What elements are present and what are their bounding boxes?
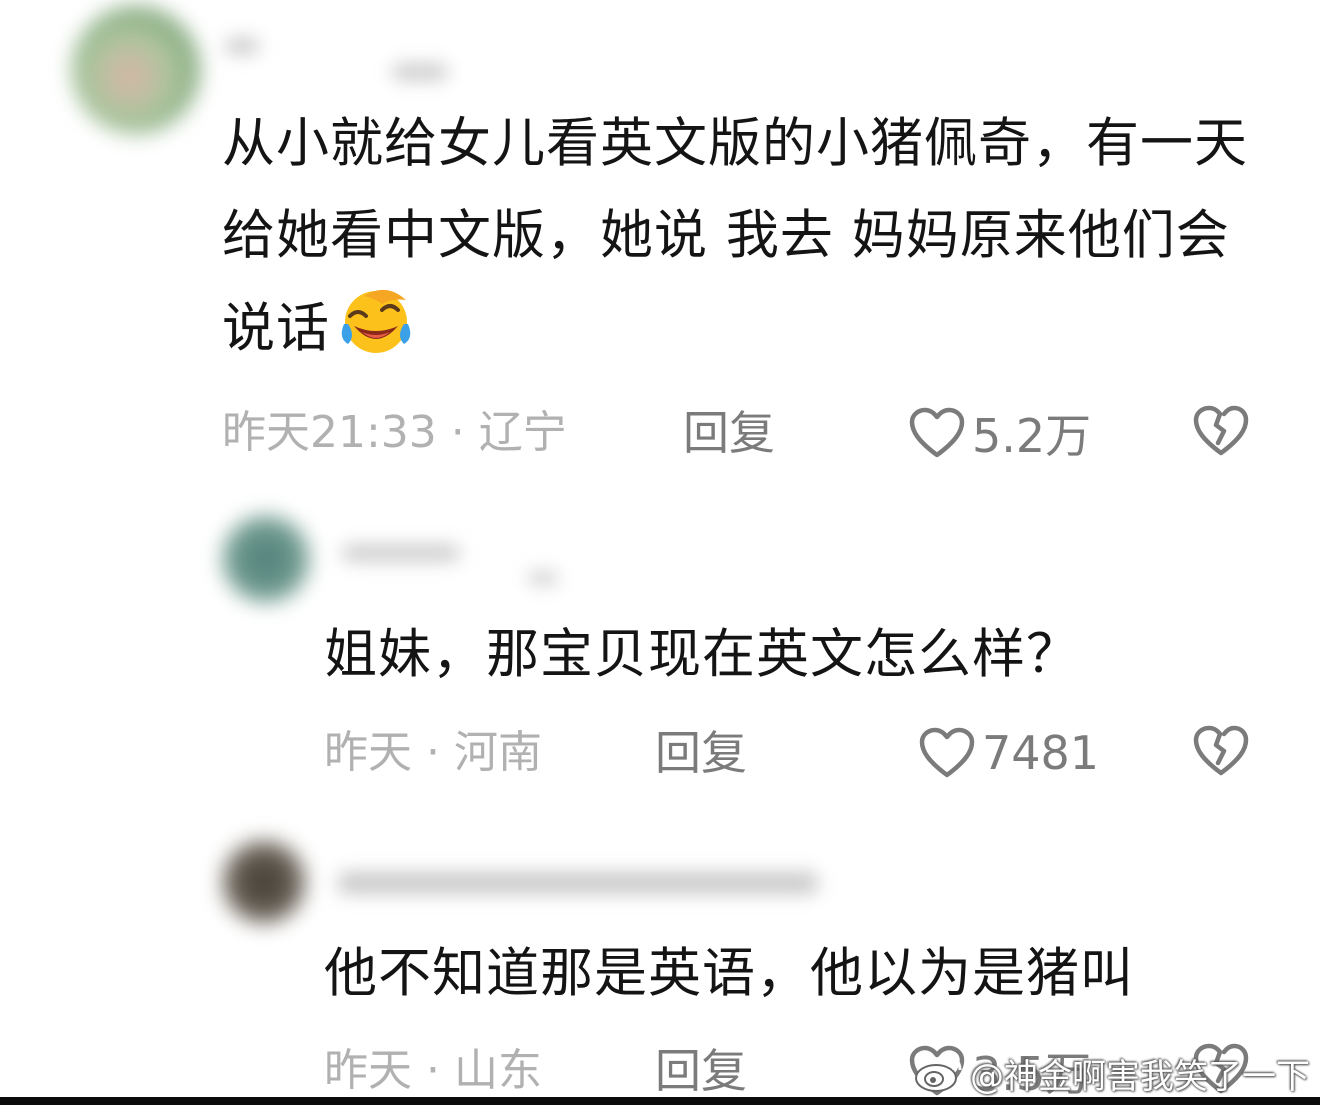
like-button[interactable]: 5.2万 — [908, 403, 1091, 463]
watermark: @神金啊害我笑了一下 — [912, 1045, 1310, 1101]
bottom-edge — [0, 1097, 1320, 1105]
reply-button[interactable]: 回复 — [655, 1041, 747, 1101]
avatar[interactable] — [222, 515, 310, 603]
weibo-logo-icon — [915, 1056, 962, 1092]
like-count: 7481 — [982, 726, 1100, 780]
reply-button[interactable]: 回复 — [655, 723, 747, 783]
blurred-username — [338, 872, 818, 894]
blurred-username — [342, 545, 460, 561]
dislike-button[interactable] — [1192, 403, 1252, 463]
avatar[interactable] — [222, 840, 306, 924]
blurred-username — [392, 64, 448, 80]
dislike-button[interactable] — [1192, 723, 1252, 783]
comment-text: 从小就给女儿看英文版的小猪佩奇，有一天给她看中文版，她说 我去 妈妈原来他们会说… — [222, 113, 1248, 359]
comment-meta: 昨天 · 山东 — [324, 1045, 542, 1096]
broken-heart-icon — [1193, 725, 1249, 776]
broken-heart-icon — [1193, 405, 1249, 456]
comment-screen: 从小就给女儿看英文版的小猪佩奇，有一天给她看中文版，她说 我去 妈妈原来他们会说… — [0, 0, 1320, 1105]
like-button[interactable]: 7481 — [918, 723, 1099, 783]
like-count: 5.2万 — [972, 409, 1092, 463]
avatar[interactable] — [72, 6, 200, 134]
reply-button[interactable]: 回复 — [683, 403, 775, 463]
heart-icon — [909, 407, 965, 458]
blurred-username — [528, 572, 558, 584]
comment-text: 他不知道那是英语，他以为是猪叫 — [324, 943, 1134, 1004]
blurred-username — [225, 38, 259, 54]
heart-icon — [919, 727, 975, 778]
comment-meta: 昨天 · 河南 — [324, 727, 542, 778]
laughing-with-tears-emoji-icon — [341, 289, 411, 353]
watermark-text: @神金啊害我笑了一下 — [970, 1056, 1310, 1097]
comment-text: 姐妹，那宝贝现在英文怎么样？ — [324, 624, 1080, 685]
comment-meta: 昨天21:33 · 辽宁 — [222, 407, 567, 458]
